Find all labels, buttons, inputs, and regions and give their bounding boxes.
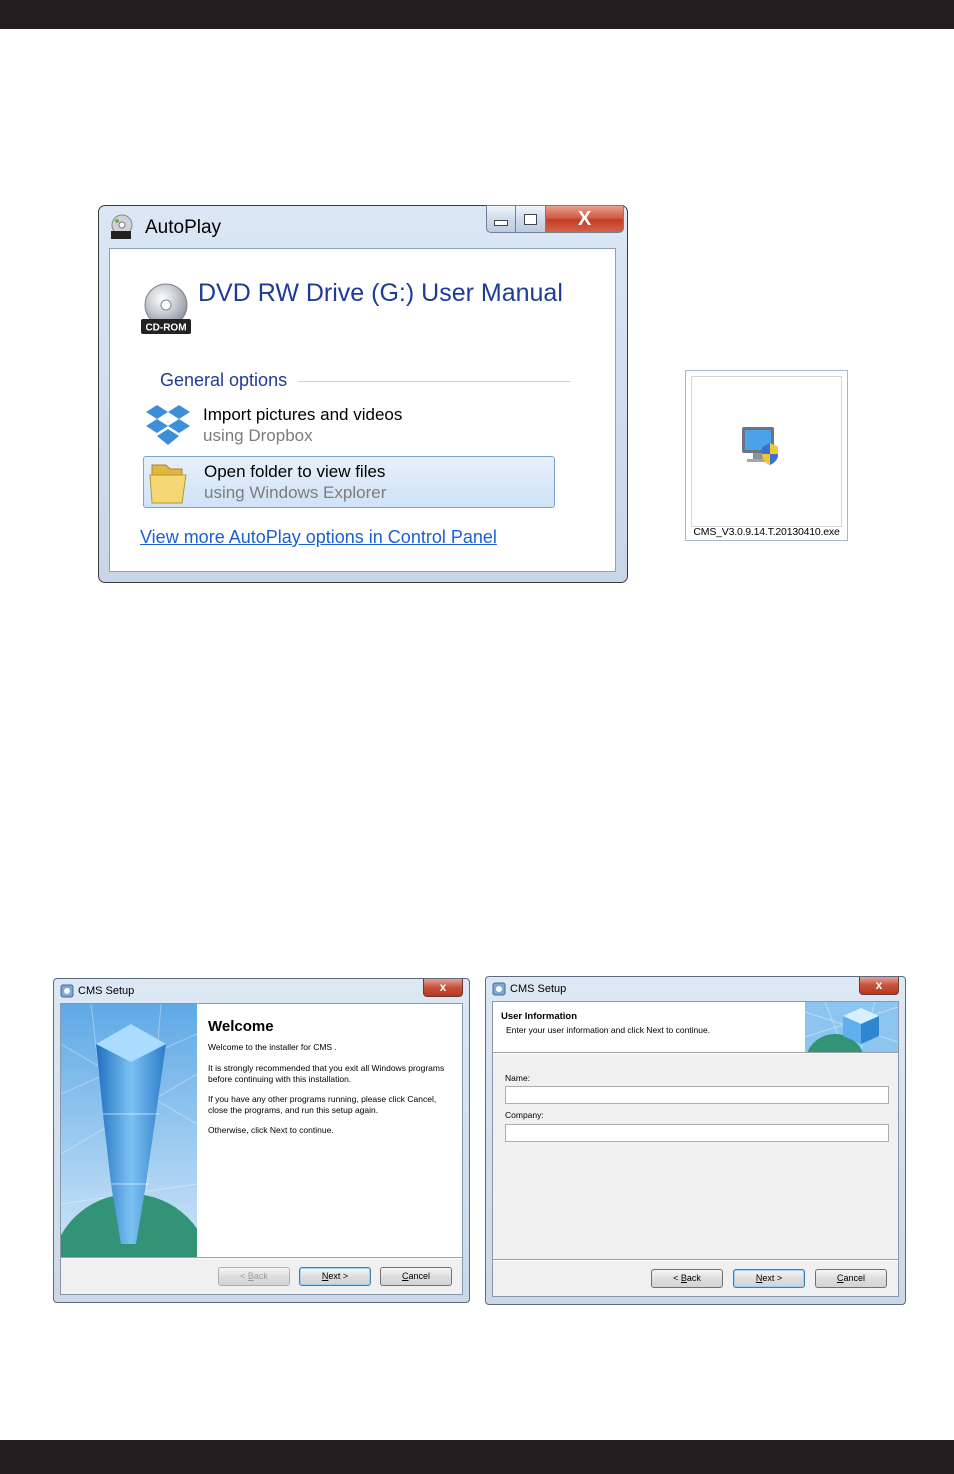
setup-body: User Information Enter your user informa…	[492, 1001, 899, 1297]
back-label: ack	[253, 1271, 268, 1281]
back-button[interactable]: < Back	[218, 1267, 290, 1286]
page-subtitle: Enter your user information and click Ne…	[506, 1025, 711, 1035]
cancel-button[interactable]: Cancel	[380, 1267, 452, 1286]
window-title: CMS Setup	[78, 985, 135, 997]
autoplay-window: AutoPlay X CD-ROM DVD RW Drive (G:) User…	[98, 205, 628, 583]
window-title: AutoPlay	[145, 217, 222, 238]
button-separator	[493, 1259, 898, 1261]
cdrom-label: CD-ROM	[145, 323, 186, 334]
cd-rom-icon: CD-ROM	[141, 283, 191, 334]
close-icon: x	[875, 978, 883, 992]
cancel-label: ancel	[408, 1271, 430, 1281]
close-icon: x	[439, 980, 447, 994]
drive-title: DVD RW Drive (G:) User Manual	[198, 279, 563, 307]
bottom-band	[0, 1440, 954, 1474]
page-title: User Information	[501, 1011, 578, 1022]
close-button[interactable]: x	[423, 979, 463, 997]
cancel-label: ancel	[843, 1273, 865, 1283]
back-arrow: <	[673, 1273, 681, 1283]
welcome-continue-note: Otherwise, click Next to continue.	[208, 1125, 334, 1135]
option-label: Import pictures and videos	[203, 405, 403, 424]
welcome-heading: Welcome	[208, 1018, 274, 1035]
close-button[interactable]: x	[859, 977, 899, 995]
close-icon: X	[577, 207, 592, 230]
caption-buttons: X	[486, 205, 624, 233]
file-name: CMS_V3.0.9.14.T.20130410.exe	[693, 526, 840, 538]
name-label: Name:	[505, 1073, 531, 1083]
setup-welcome-window: CMS Setup x Welcome Welcome to the insta…	[53, 978, 470, 1303]
dropbox-icon	[146, 405, 190, 445]
group-label: General options	[160, 370, 288, 390]
minimize-button[interactable]	[486, 205, 516, 233]
autoplay-content: CD-ROM DVD RW Drive (G:) User Manual Gen…	[109, 248, 616, 572]
next-label: ext >	[328, 1271, 349, 1281]
next-button[interactable]: Next >	[733, 1269, 805, 1288]
back-arrow: <	[240, 1271, 248, 1281]
welcome-pane: Welcome Welcome to the installer for CMS…	[197, 1004, 462, 1257]
back-button[interactable]: < Back	[651, 1269, 723, 1288]
group-divider	[298, 381, 571, 382]
window-title: CMS Setup	[510, 983, 567, 995]
installer-file-icon[interactable]: CMS_V3.0.9.14.T.20130410.exe	[685, 370, 848, 541]
option-sublabel: using Windows Explorer	[204, 483, 387, 502]
button-separator	[61, 1257, 462, 1259]
back-label: ack	[686, 1273, 701, 1283]
installer-header-image	[805, 1002, 898, 1052]
company-label: Company:	[505, 1110, 544, 1120]
setup-body: Welcome Welcome to the installer for CMS…	[60, 1003, 463, 1295]
option-label: Open folder to view files	[204, 462, 386, 481]
option-import-pictures[interactable]: Import pictures and videos using Dropbox	[143, 399, 555, 451]
next-button[interactable]: Next >	[299, 1267, 371, 1286]
page-header: User Information Enter your user informa…	[493, 1002, 898, 1052]
close-button[interactable]: X	[546, 205, 624, 233]
minimize-icon	[494, 220, 508, 226]
maximize-icon	[524, 213, 537, 225]
control-panel-link[interactable]: View more AutoPlay options in Control Pa…	[140, 527, 497, 548]
next-label: ext >	[762, 1273, 783, 1283]
autoplay-app-icon	[111, 214, 133, 239]
setup-app-icon	[492, 982, 506, 996]
welcome-line: Welcome to the installer for CMS .	[208, 1042, 337, 1052]
folder-icon	[149, 464, 187, 504]
header-separator	[493, 1052, 898, 1054]
option-open-folder[interactable]: Open folder to view files using Windows …	[143, 456, 555, 508]
option-sublabel: using Dropbox	[203, 426, 313, 445]
name-field[interactable]	[505, 1086, 889, 1104]
setup-app-icon	[60, 984, 74, 998]
cancel-button[interactable]: Cancel	[815, 1269, 887, 1288]
installer-monitor-icon	[742, 427, 778, 465]
top-band	[0, 0, 954, 29]
company-field[interactable]	[505, 1124, 889, 1142]
welcome-recommendation: It is strongly recommended that you exit…	[208, 1063, 445, 1084]
setup-user-info-window: CMS Setup x User Information Enter your …	[485, 976, 906, 1305]
welcome-programs-note: If you have any other programs running, …	[208, 1094, 437, 1115]
maximize-button[interactable]	[516, 205, 546, 233]
installer-banner-image	[61, 1004, 197, 1257]
